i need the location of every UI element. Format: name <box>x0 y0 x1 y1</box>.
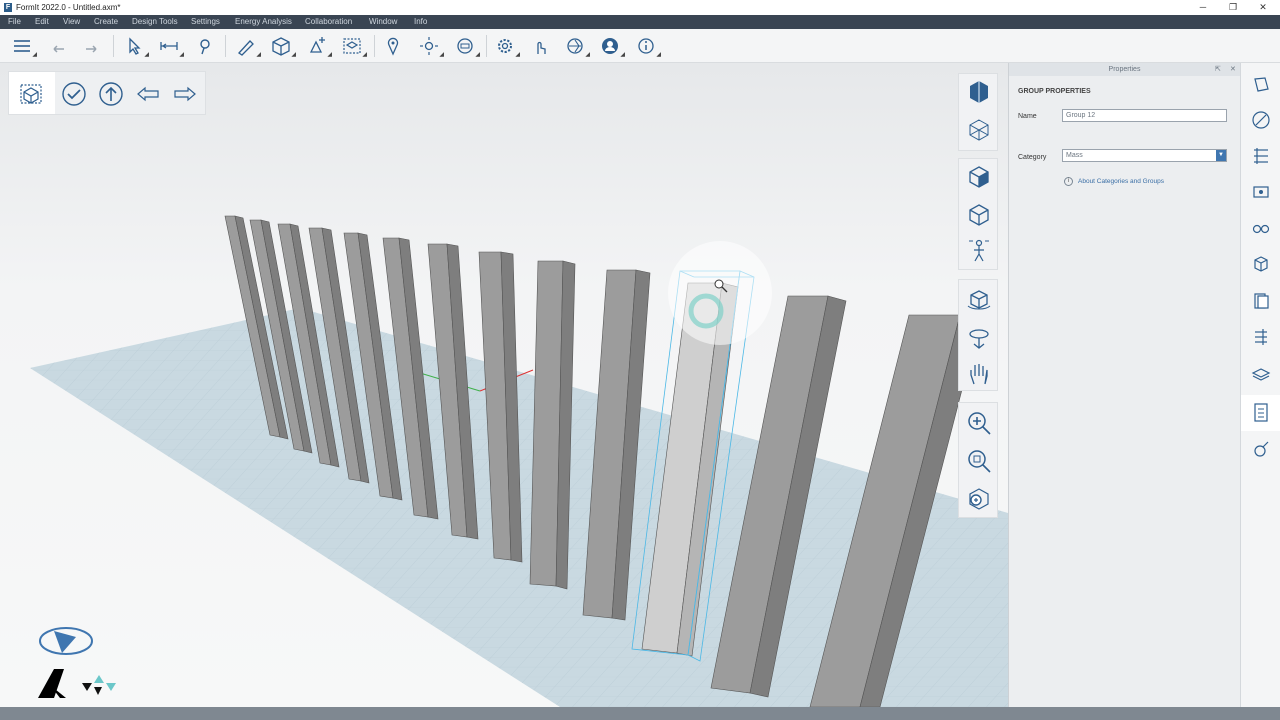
account-icon[interactable]: ◢ <box>599 36 625 58</box>
properties-tab[interactable] <box>1241 395 1280 431</box>
menu-create[interactable]: Create <box>94 17 118 26</box>
formit-app: F FormIt 2022.0 - Untitled.axm* ─ ❐ ✕ Fi… <box>0 0 1280 720</box>
touch-icon[interactable] <box>529 36 551 56</box>
info-icon[interactable]: ◢ <box>635 36 661 58</box>
minimize-button[interactable]: ─ <box>1188 0 1218 15</box>
info-circle-icon: i <box>1064 177 1073 186</box>
edit-group-toolbar <box>8 71 206 115</box>
pin-panel-icon[interactable]: ⇱ <box>1215 63 1221 76</box>
visual-styles-icon[interactable] <box>1251 218 1271 238</box>
name-label: Name <box>1018 113 1037 120</box>
menu-edit[interactable]: Edit <box>35 17 49 26</box>
layers-icon[interactable]: ◢ <box>11 36 37 58</box>
zoom-extents-icon[interactable] <box>965 485 993 513</box>
view-cube-group <box>958 73 998 151</box>
category-label: Category <box>1018 154 1047 161</box>
orthographic-view-icon[interactable] <box>965 201 993 229</box>
panel-title: Properties <box>1108 66 1141 73</box>
menu-file[interactable]: File <box>8 17 21 26</box>
location-icon[interactable] <box>382 36 404 56</box>
layers-panel-icon[interactable] <box>1251 327 1271 347</box>
forward-arrow-icon[interactable] <box>171 80 199 108</box>
design-bird-logo-icon <box>82 675 116 695</box>
scene-icon[interactable]: ◢ <box>454 36 480 58</box>
orbit-group <box>958 279 998 391</box>
dimension-icon[interactable]: ◢ <box>158 36 184 58</box>
menu-energy-analysis[interactable]: Energy Analysis <box>235 17 292 26</box>
app-logo-icon: F <box>4 3 12 12</box>
pan-hand-icon[interactable] <box>965 360 993 388</box>
plugins-icon[interactable] <box>1251 439 1271 459</box>
about-categories-text[interactable]: About Categories and Groups <box>1078 178 1164 185</box>
solid-tools-icon[interactable]: ◢ <box>306 36 332 58</box>
groups-icon[interactable] <box>1251 254 1271 274</box>
section-title: GROUP PROPERTIES <box>1018 88 1091 95</box>
check-icon[interactable] <box>60 80 88 108</box>
right-panel-rail <box>1240 63 1280 707</box>
walk-through-icon[interactable] <box>965 237 993 265</box>
camera-view-group <box>958 158 998 270</box>
menu-design-tools[interactable]: Design Tools <box>132 17 178 26</box>
paint-brush-icon[interactable] <box>1251 110 1271 130</box>
edit-group-icon[interactable] <box>17 80 45 108</box>
content-library-icon[interactable] <box>1251 291 1271 311</box>
close-panel-icon[interactable]: ✕ <box>1230 63 1236 76</box>
view-cube-icon[interactable] <box>965 78 993 106</box>
maximize-button[interactable]: ❐ <box>1218 0 1248 15</box>
look-around-icon[interactable] <box>965 324 993 352</box>
about-categories-link[interactable]: i About Categories and Groups <box>1064 177 1164 186</box>
window-title: FormIt 2022.0 - Untitled.axm* <box>16 3 121 12</box>
name-field[interactable] <box>1062 109 1227 122</box>
select-icon[interactable]: ◢ <box>123 36 149 58</box>
sketch-pen-icon[interactable]: ◢ <box>235 36 261 58</box>
stack-icon[interactable] <box>1251 365 1271 385</box>
title-bar: F FormIt 2022.0 - Untitled.axm* ─ ❐ ✕ <box>0 0 1280 15</box>
share-icon[interactable]: ◢ <box>564 36 590 58</box>
autodesk-logo-icon <box>38 669 66 698</box>
sun-icon[interactable]: ◢ <box>418 36 444 58</box>
redo-icon[interactable] <box>81 36 103 56</box>
close-button[interactable]: ✕ <box>1248 0 1278 15</box>
cursor-highlight <box>668 241 772 345</box>
3d-viewport[interactable] <box>0 63 1008 707</box>
menu-settings[interactable]: Settings <box>191 17 220 26</box>
category-select[interactable]: Mass ▼ <box>1062 149 1227 162</box>
status-bar <box>0 707 1280 720</box>
menu-view[interactable]: View <box>63 17 80 26</box>
perspective-view-icon[interactable] <box>965 163 993 191</box>
panel-header: Properties ⇱ ✕ <box>1009 63 1240 76</box>
undo-icon[interactable] <box>47 36 69 56</box>
zoom-in-icon[interactable] <box>965 409 993 437</box>
menu-info[interactable]: Info <box>414 17 427 26</box>
scenes-icon[interactable] <box>1251 182 1271 202</box>
up-arrow-icon[interactable] <box>97 80 125 108</box>
menu-collaboration[interactable]: Collaboration <box>305 17 352 26</box>
wireframe-cube-icon[interactable] <box>965 116 993 144</box>
main-toolbar: ◢ ◢ ◢ ◢ ◢ ◢ ◢ ◢ ◢ ◢ ◢ ◢ ◢ <box>0 29 1280 63</box>
group-icon[interactable]: ◢ <box>341 36 367 58</box>
orbit-icon[interactable] <box>965 286 993 314</box>
chevron-down-icon[interactable]: ▼ <box>1216 150 1226 161</box>
paint-icon[interactable] <box>193 36 215 56</box>
cube-icon[interactable]: ◢ <box>270 36 296 58</box>
menu-window[interactable]: Window <box>369 17 397 26</box>
zoom-window-icon[interactable] <box>965 447 993 475</box>
formit-logo-icon <box>39 627 93 655</box>
properties-panel: Properties ⇱ ✕ GROUP PROPERTIES Name Cat… <box>1008 63 1240 707</box>
category-value: Mass <box>1066 152 1083 159</box>
menu-bar: File Edit View Create Design Tools Setti… <box>0 15 1280 29</box>
back-arrow-icon[interactable] <box>134 80 162 108</box>
zoom-group <box>958 402 998 518</box>
scene-canvas[interactable] <box>0 63 1008 707</box>
brand-logos <box>36 623 136 703</box>
levels-icon[interactable] <box>1251 146 1271 166</box>
settings-icon[interactable]: ◢ <box>494 36 520 58</box>
materials-icon[interactable] <box>1251 75 1271 95</box>
